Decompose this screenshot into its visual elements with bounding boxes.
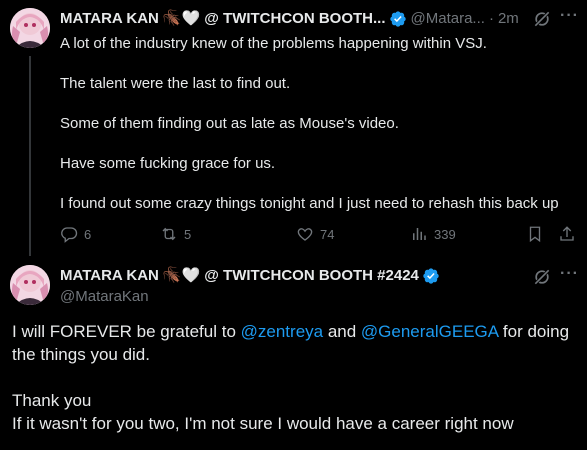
post-header: MATARA KAN 🪳🤍 @ TWITCHCON BOOTH #2424 xyxy=(60,266,440,286)
post-line: If it wasn't for you two, I'm not sure I… xyxy=(12,414,514,433)
display-name[interactable]: MATARA KAN xyxy=(60,9,159,29)
more-icon[interactable]: ··· xyxy=(560,265,579,283)
like-count: 74 xyxy=(320,226,335,242)
handle[interactable]: @MataraKan xyxy=(60,287,149,307)
heart-icon xyxy=(297,228,313,241)
grok-icon[interactable] xyxy=(532,9,552,29)
reply-icon xyxy=(61,227,78,243)
post-line: A lot of the industry knew of the proble… xyxy=(60,35,487,52)
verified-badge-icon xyxy=(423,268,439,284)
separator-dot: · xyxy=(488,10,494,27)
verified-badge-icon xyxy=(389,11,406,27)
share-icon[interactable] xyxy=(558,225,576,243)
display-name[interactable]: MATARA KAN xyxy=(60,266,159,286)
name-suffix[interactable]: @ TWITCHCON BOOTH... xyxy=(204,9,385,29)
post-line: Some of them finding out as late as Mous… xyxy=(60,115,399,132)
view-count: 339 xyxy=(434,226,456,242)
name-suffix[interactable]: @ TWITCHCON BOOTH #2424 xyxy=(204,266,419,286)
like-button[interactable]: 74 xyxy=(296,225,334,243)
views-button[interactable]: 339 xyxy=(410,225,456,243)
reply-count: 6 xyxy=(84,226,92,242)
reply-button[interactable]: 6 xyxy=(60,225,91,243)
post-text: I will FOREVER be grateful to @zentreya … xyxy=(12,320,582,435)
grok-icon[interactable] xyxy=(532,267,552,287)
repost-icon xyxy=(162,227,176,241)
timestamp[interactable]: 2m xyxy=(498,9,519,29)
handle-row: @MataraKan xyxy=(60,287,149,307)
bookmark-icon[interactable] xyxy=(526,225,544,243)
avatar[interactable] xyxy=(10,8,50,48)
repost-count: 5 xyxy=(184,226,192,242)
text-segment: I will FOREVER be grateful to xyxy=(12,322,241,341)
mention-link[interactable]: @zentreya xyxy=(241,322,323,341)
name-emojis: 🪳🤍 xyxy=(162,267,201,284)
avatar[interactable] xyxy=(10,265,50,305)
post-line: Thank you xyxy=(12,391,92,410)
action-bar: 6 5 74 339 xyxy=(60,222,580,246)
post-line: Have some fucking grace for us. xyxy=(60,155,276,172)
post-text: A lot of the industry knew of the proble… xyxy=(60,34,580,234)
more-icon[interactable]: ··· xyxy=(560,7,579,25)
text-segment: and xyxy=(323,322,361,341)
post-line: The talent were the last to find out. xyxy=(60,75,291,92)
views-icon xyxy=(413,228,426,240)
post-line: I will FOREVER be grateful to @zentreya … xyxy=(12,320,582,366)
mention-link[interactable]: @GeneralGEEGA xyxy=(361,322,498,341)
thread-line xyxy=(29,56,31,256)
handle[interactable]: @Matara... xyxy=(411,9,485,29)
post-header: MATARA KAN 🪳🤍 @ TWITCHCON BOOTH... @Mata… xyxy=(60,9,519,29)
post-line: I found out some crazy things tonight an… xyxy=(60,195,559,212)
repost-button[interactable]: 5 xyxy=(160,225,191,243)
name-emojis: 🪳🤍 xyxy=(162,10,201,27)
